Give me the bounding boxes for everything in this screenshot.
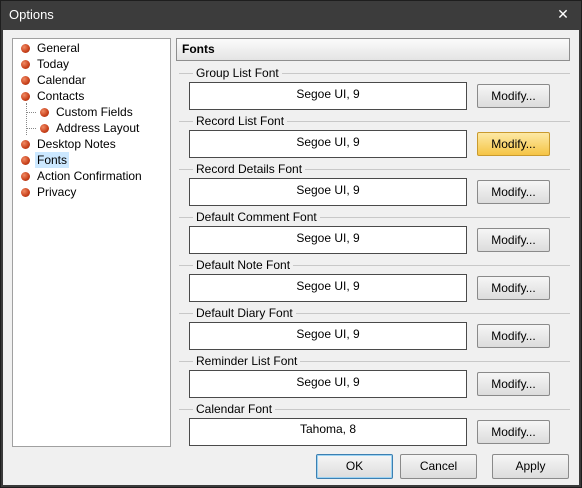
tree-item-label: Action Confirmation [37,169,142,183]
tree-item-label: Calendar [37,73,86,87]
apply-button[interactable]: Apply [492,454,569,479]
tree-item-label: Custom Fields [56,105,133,119]
window-title: Options [9,7,54,22]
font-preview: Segoe UI, 9 [189,82,467,110]
bullet-icon [21,156,30,165]
bullet-icon [21,92,30,101]
modify-button[interactable]: Modify... [477,132,550,156]
bullet-icon [40,124,49,133]
bullet-icon [21,172,30,181]
font-preview: Segoe UI, 9 [189,178,467,206]
modify-button[interactable]: Modify... [477,180,550,204]
font-group-calendar: Calendar Font Tahoma, 8 Modify... [179,402,570,450]
tree-connector [26,112,36,113]
panel-title: Fonts [176,38,570,61]
modify-button[interactable]: Modify... [477,276,550,300]
tree-item-label: Desktop Notes [37,137,116,151]
font-group-default-comment: Default Comment Font Segoe UI, 9 Modify.… [179,210,570,258]
bullet-icon [21,60,30,69]
ok-button[interactable]: OK [316,454,393,479]
title-bar[interactable]: Options ✕ [1,1,581,30]
modify-button[interactable]: Modify... [477,372,550,396]
font-group-record-details: Record Details Font Segoe UI, 9 Modify..… [179,162,570,210]
bullet-icon [21,140,30,149]
category-tree[interactable]: General Today Calendar Contacts Custom F… [12,38,171,447]
group-label: Default Comment Font [193,210,320,224]
modify-button[interactable]: Modify... [477,228,550,252]
group-label: Group List Font [193,66,282,80]
tree-connector [26,128,36,129]
group-label: Default Diary Font [193,306,296,320]
group-label: Record Details Font [193,162,306,176]
bullet-icon [21,188,30,197]
dialog-client: General Today Calendar Contacts Custom F… [3,30,579,485]
font-preview: Tahoma, 8 [189,418,467,446]
bullet-icon [21,44,30,53]
close-icon[interactable]: ✕ [555,6,571,22]
font-group-default-note: Default Note Font Segoe UI, 9 Modify... [179,258,570,306]
modify-button[interactable]: Modify... [477,84,550,108]
font-preview: Segoe UI, 9 [189,322,467,350]
tree-connector [26,103,27,135]
options-window: Options ✕ General Today Calendar Contact [0,0,582,488]
font-preview: Segoe UI, 9 [189,370,467,398]
tree-item-label: Contacts [37,89,85,103]
group-label: Record List Font [193,114,288,128]
font-group-record-list: Record List Font Segoe UI, 9 Modify... [179,114,570,162]
group-label: Reminder List Font [193,354,301,368]
tree-item-label: General [37,41,80,55]
tree-item-label: Fonts [35,152,70,168]
bullet-icon [21,76,30,85]
group-label: Default Note Font [193,258,294,272]
font-preview: Segoe UI, 9 [189,274,467,302]
bullet-icon [40,108,49,117]
tree-item-label: Address Layout [56,121,140,135]
cancel-button[interactable]: Cancel [400,454,477,479]
group-label: Calendar Font [193,402,276,416]
tree-item-label: Privacy [37,185,77,199]
font-group-group-list: Group List Font Segoe UI, 9 Modify... [179,66,570,114]
modify-button[interactable]: Modify... [477,324,550,348]
font-preview: Segoe UI, 9 [189,226,467,254]
font-group-default-diary: Default Diary Font Segoe UI, 9 Modify... [179,306,570,354]
font-preview: Segoe UI, 9 [189,130,467,158]
tree-item-label: Today [37,57,70,71]
font-group-reminder-list: Reminder List Font Segoe UI, 9 Modify... [179,354,570,402]
modify-button[interactable]: Modify... [477,420,550,444]
